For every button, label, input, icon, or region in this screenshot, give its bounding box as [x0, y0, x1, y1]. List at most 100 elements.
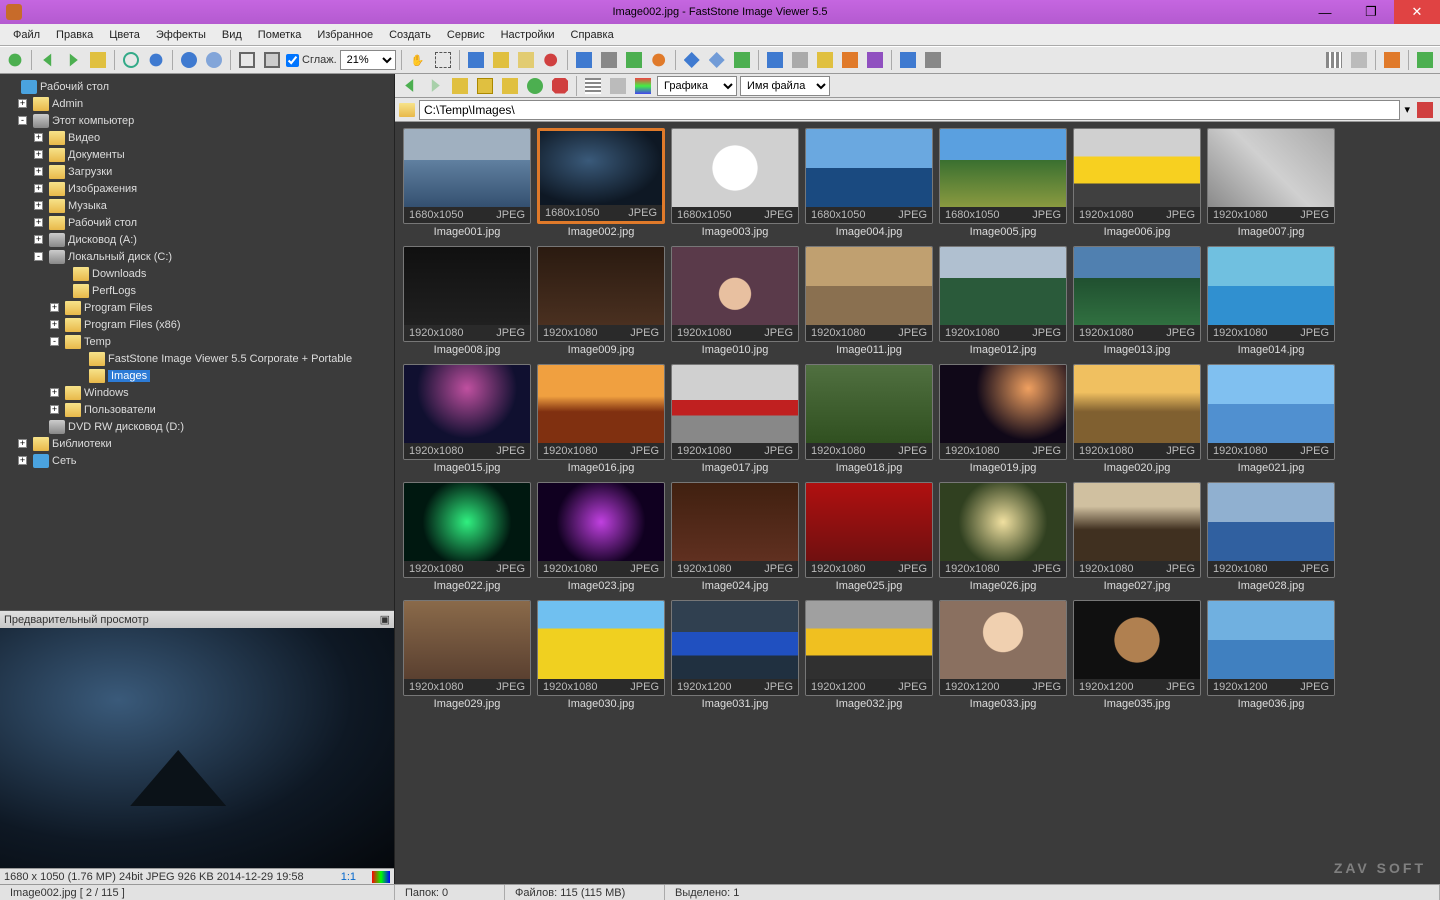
thumbnail[interactable]: 1920x1080JPEGImage025.jpg: [805, 482, 933, 592]
close-button[interactable]: ✕: [1394, 0, 1440, 24]
settings-button[interactable]: [1414, 49, 1436, 71]
maximize-button[interactable]: ❐: [1348, 0, 1394, 24]
email-button[interactable]: [573, 49, 595, 71]
filter-combo[interactable]: Графика: [657, 76, 737, 96]
parent-folder-button[interactable]: [449, 75, 471, 97]
expand-icon[interactable]: +: [34, 218, 43, 227]
adjust-button[interactable]: [864, 49, 886, 71]
path-delete-button[interactable]: [1414, 99, 1436, 121]
menu-Создать[interactable]: Создать: [382, 27, 438, 43]
menu-Правка[interactable]: Правка: [49, 27, 100, 43]
tree-item[interactable]: FastStone Image Viewer 5.5 Corporate + P…: [0, 350, 394, 367]
nav-fwd-button[interactable]: [62, 49, 84, 71]
save-button[interactable]: [465, 49, 487, 71]
canvas-button[interactable]: [789, 49, 811, 71]
tree-item[interactable]: +Program Files: [0, 299, 394, 316]
menu-Цвета[interactable]: Цвета: [102, 27, 147, 43]
tree-item[interactable]: +Видео: [0, 129, 394, 146]
new-folder-button[interactable]: [474, 75, 496, 97]
fit-height-button[interactable]: [261, 49, 283, 71]
expand-icon[interactable]: +: [34, 167, 43, 176]
expand-icon[interactable]: +: [50, 303, 59, 312]
history-fwd-button[interactable]: [424, 75, 446, 97]
expand-icon[interactable]: +: [34, 133, 43, 142]
tree-item[interactable]: Downloads: [0, 265, 394, 282]
tree-item[interactable]: +Windows: [0, 384, 394, 401]
thumbnail[interactable]: 1920x1080JPEGImage030.jpg: [537, 600, 665, 710]
expand-icon[interactable]: +: [50, 388, 59, 397]
crop-button[interactable]: [814, 49, 836, 71]
menu-Вид[interactable]: Вид: [215, 27, 249, 43]
view-thumbs-button[interactable]: [1323, 49, 1345, 71]
zoom-actual-button[interactable]: [145, 49, 167, 71]
preview-image[interactable]: [0, 628, 394, 868]
thumbnail[interactable]: 1920x1080JPEGImage008.jpg: [403, 246, 531, 356]
copy-button[interactable]: [490, 49, 512, 71]
tree-item[interactable]: +Рабочий стол: [0, 214, 394, 231]
expand-icon[interactable]: +: [34, 201, 43, 210]
view-mode-button[interactable]: [607, 75, 629, 97]
expand-icon[interactable]: -: [18, 116, 27, 125]
thumbnail[interactable]: 1680x1050JPEGImage001.jpg: [403, 128, 531, 238]
tree-item[interactable]: +Дисковод (A:): [0, 231, 394, 248]
thumbnail[interactable]: 1680x1050JPEGImage003.jpg: [671, 128, 799, 238]
smooth-checkbox[interactable]: Сглаж.: [286, 54, 337, 67]
thumbnail[interactable]: 1920x1080JPEGImage024.jpg: [671, 482, 799, 592]
stop-button[interactable]: [549, 75, 571, 97]
rotate-right-button[interactable]: [706, 49, 728, 71]
menu-Эффекты[interactable]: Эффекты: [149, 27, 213, 43]
path-dropdown-icon[interactable]: ▾: [1404, 103, 1410, 116]
thumbnail[interactable]: 1920x1080JPEGImage027.jpg: [1073, 482, 1201, 592]
preview-restore-icon[interactable]: ▣: [380, 613, 390, 626]
expand-icon[interactable]: +: [18, 439, 27, 448]
tree-item[interactable]: DVD RW дисковод (D:): [0, 418, 394, 435]
thumbnail[interactable]: 1920x1080JPEGImage006.jpg: [1073, 128, 1201, 238]
menu-Справка[interactable]: Справка: [564, 27, 621, 43]
menu-Файл[interactable]: Файл: [6, 27, 47, 43]
thumbnail[interactable]: 1920x1080JPEGImage023.jpg: [537, 482, 665, 592]
tree-item[interactable]: -Temp: [0, 333, 394, 350]
select-tool-button[interactable]: [432, 49, 454, 71]
view-list-button[interactable]: [1348, 49, 1370, 71]
tree-item[interactable]: -Этот компьютер: [0, 112, 394, 129]
menu-Пометка[interactable]: Пометка: [251, 27, 309, 43]
scanner-button[interactable]: [922, 49, 944, 71]
tree-item[interactable]: +Загрузки: [0, 163, 394, 180]
thumbnail[interactable]: 1920x1080JPEGImage015.jpg: [403, 364, 531, 474]
fit-width-button[interactable]: [236, 49, 258, 71]
path-input[interactable]: [419, 100, 1400, 120]
thumbnail[interactable]: 1920x1080JPEGImage019.jpg: [939, 364, 1067, 474]
text-button[interactable]: [839, 49, 861, 71]
thumbnail[interactable]: 1680x1050JPEGImage004.jpg: [805, 128, 933, 238]
expand-icon[interactable]: +: [18, 456, 27, 465]
thumbnail[interactable]: 1920x1080JPEGImage020.jpg: [1073, 364, 1201, 474]
expand-icon[interactable]: -: [34, 252, 43, 261]
expand-icon[interactable]: +: [50, 405, 59, 414]
rotate-left-button[interactable]: [681, 49, 703, 71]
thumbnail[interactable]: 1920x1080JPEGImage028.jpg: [1207, 482, 1335, 592]
wallpaper-button[interactable]: [623, 49, 645, 71]
zoom-fit-button[interactable]: [4, 49, 26, 71]
expand-icon[interactable]: -: [50, 337, 59, 346]
expand-icon[interactable]: +: [34, 184, 43, 193]
delete-button[interactable]: [540, 49, 562, 71]
tree-item[interactable]: +Program Files (x86): [0, 316, 394, 333]
histogram-icon[interactable]: [372, 871, 390, 883]
zoom-out-button[interactable]: [203, 49, 225, 71]
reload-button[interactable]: [524, 75, 546, 97]
expand-icon[interactable]: +: [50, 320, 59, 329]
thumbnail[interactable]: 1920x1080JPEGImage026.jpg: [939, 482, 1067, 592]
nav-back-button[interactable]: [37, 49, 59, 71]
tree-item[interactable]: +Сеть: [0, 452, 394, 469]
thumbnail[interactable]: 1920x1080JPEGImage021.jpg: [1207, 364, 1335, 474]
compare-button[interactable]: [731, 49, 753, 71]
thumbnail[interactable]: 1920x1200JPEGImage031.jpg: [671, 600, 799, 710]
thumbnail[interactable]: 1920x1200JPEGImage032.jpg: [805, 600, 933, 710]
thumbnail-pane[interactable]: 1680x1050JPEGImage001.jpg 1680x1050JPEGIm…: [395, 122, 1440, 884]
thumbnail[interactable]: 1920x1200JPEGImage036.jpg: [1207, 600, 1335, 710]
zoom-in-button[interactable]: [178, 49, 200, 71]
menu-Сервис[interactable]: Сервис: [440, 27, 492, 43]
slideshow-button[interactable]: [648, 49, 670, 71]
move-button[interactable]: [515, 49, 537, 71]
minimize-button[interactable]: —: [1302, 0, 1348, 24]
